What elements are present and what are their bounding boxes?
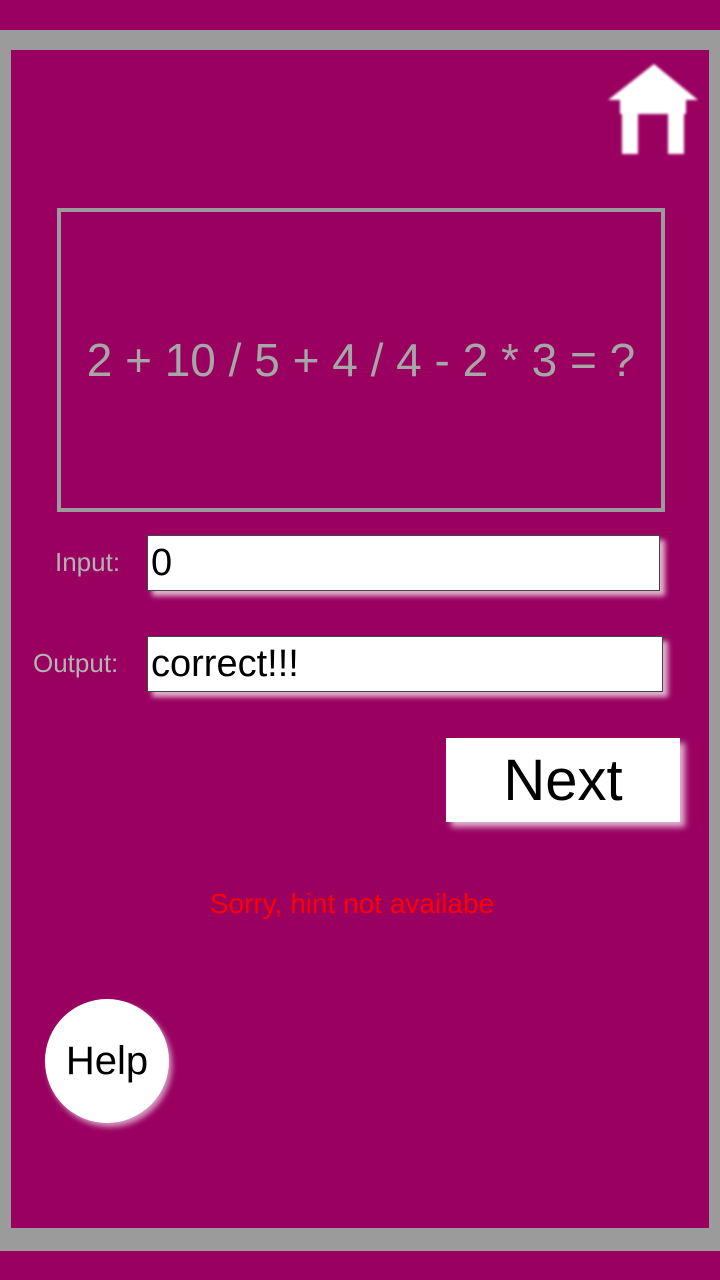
help-button[interactable]: Help (45, 999, 169, 1123)
hint-message: Sorry, hint not availabe (209, 888, 495, 919)
output-field: correct!!! (147, 636, 663, 692)
home-icon (608, 64, 698, 154)
output-label: Output: (33, 648, 119, 678)
input-field[interactable]: 0 (147, 535, 660, 591)
question-box: 2 + 10 / 5 + 4 / 4 - 2 * 3 = ? (57, 208, 665, 512)
home-button[interactable] (604, 62, 700, 158)
next-button[interactable]: Next (446, 738, 680, 822)
question-text: 2 + 10 / 5 + 4 / 4 - 2 * 3 = ? (86, 334, 636, 386)
input-label: Input: (55, 547, 121, 577)
